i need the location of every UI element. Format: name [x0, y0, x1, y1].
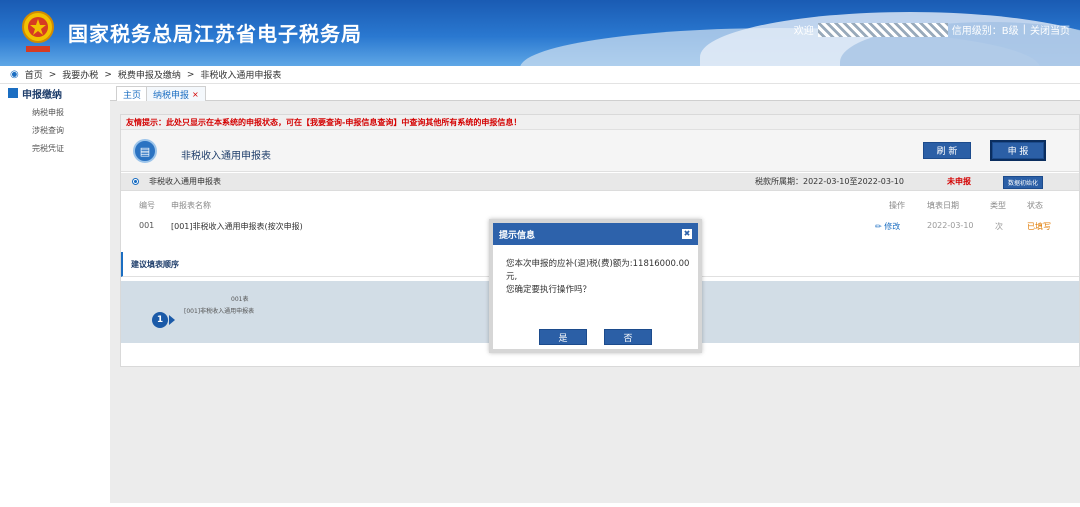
tab-tax-declare[interactable]: 纳税申报 × — [146, 86, 206, 101]
site-title: 国家税务总局江苏省电子税务局 — [68, 22, 362, 46]
col-header-op: 操作 — [889, 201, 905, 210]
user-bar: 欢迎 信用级别：B级 | 关闭当页 — [794, 22, 1070, 37]
data-init-button[interactable]: 数据初始化 — [1003, 176, 1043, 189]
dialog-title: 提示信息 — [493, 223, 698, 245]
step-number-badge: 1 — [152, 312, 168, 328]
close-page-link[interactable]: 关闭当页 — [1030, 22, 1070, 37]
breadcrumb: ◉ 首页 > 我要办税 > 税费申报及缴纳 > 非税收入通用申报表 — [0, 66, 1080, 84]
dialog-message: 您本次申报的应补(退)税(费)额为:11816000.00 元, 您确定要执行操… — [506, 258, 691, 297]
dialog-message-line: 元, — [506, 272, 518, 282]
tab-bar: 主页 纳税申报 × — [110, 84, 1080, 101]
breadcrumb-sep: > — [186, 69, 195, 80]
step-arrow-icon — [169, 315, 175, 325]
grid-icon — [8, 88, 18, 98]
sidebar-header[interactable]: 申报缴纳 — [0, 84, 110, 102]
step-code[interactable]: 001表 — [231, 294, 248, 303]
col-header-type: 类型 — [990, 201, 1006, 210]
col-header-no: 编号 — [139, 201, 155, 210]
sidebar-item-tax-voucher[interactable]: 完税凭证 — [32, 143, 64, 154]
refresh-button[interactable]: 刷 新 — [923, 142, 971, 159]
welcome-text: 欢迎 — [793, 26, 814, 37]
sidebar-item-tax-declare[interactable]: 纳税申报 — [32, 107, 64, 118]
confirm-no-button[interactable]: 否 — [604, 329, 652, 345]
row-state: 已填写 — [1027, 222, 1051, 231]
briefcase-icon: ▤ — [133, 139, 157, 163]
tax-period: 税款所属期：2022-03-10至2022-03-10 — [755, 177, 904, 186]
submit-declare-button[interactable]: 申 报 — [990, 140, 1046, 161]
col-header-name: 申报表名称 — [171, 201, 211, 210]
confirm-dialog: 提示信息 ✖ 您本次申报的应补(退)税(费)额为:11816000.00 元, … — [489, 219, 702, 353]
dialog-message-line: 您确定要执行操作吗？ — [506, 285, 592, 295]
header-banner: 国家税务总局江苏省电子税务局 欢迎 信用级别：B级 | 关闭当页 — [0, 0, 1080, 66]
row-no: 001 — [139, 221, 155, 230]
step-form-name[interactable]: [001]非税收入通用申报表 — [184, 306, 254, 315]
col-header-date: 填表日期 — [927, 201, 959, 210]
row-edit-link[interactable]: ✏ 修改 — [875, 221, 900, 232]
close-tab-icon[interactable]: × — [192, 90, 199, 99]
form-radio[interactable] — [132, 178, 139, 185]
breadcrumb-home[interactable]: 首页 — [25, 68, 43, 81]
row-type: 次 — [995, 222, 1003, 231]
form-selection-row: 非税收入通用申报表 税款所属期：2022-03-10至2022-03-10 未申… — [121, 173, 1079, 191]
sidebar: 申报缴纳 纳税申报 涉税查询 完税凭证 — [0, 84, 110, 507]
col-header-state: 状态 — [1027, 201, 1043, 210]
tip-banner: 友情提示：此处只显示在本系统的申报状态，可在【我要查询-申报信息查询】中查询其他… — [121, 115, 1079, 130]
tab-home[interactable]: 主页 — [116, 86, 149, 101]
breadcrumb-sep: > — [48, 69, 57, 80]
row-form-name[interactable]: [001]非税收入通用申报表(按次申报) — [171, 221, 303, 232]
breadcrumb-sep: > — [104, 69, 112, 80]
dialog-message-line: 您本次申报的应补(退)税(费)额为:11816000.00 — [506, 259, 690, 269]
sidebar-header-label: 申报缴纳 — [22, 89, 62, 101]
header-separator: | — [1022, 24, 1026, 35]
confirm-yes-button[interactable]: 是 — [539, 329, 587, 345]
form-title: 非税收入通用申报表 — [181, 151, 271, 162]
row-date: 2022-03-10 — [927, 221, 974, 230]
pencil-icon: ✏ — [875, 222, 882, 231]
sidebar-item-tax-query[interactable]: 涉税查询 — [32, 125, 64, 136]
tax-emblem-logo — [22, 11, 54, 52]
location-pin-icon: ◉ — [10, 69, 19, 80]
status-badge: 未申报 — [947, 177, 971, 186]
form-selection-label: 非税收入通用申报表 — [149, 177, 221, 186]
breadcrumb-tax[interactable]: 我要办税 — [62, 68, 98, 81]
breadcrumb-declare[interactable]: 税费申报及缴纳 — [118, 68, 181, 81]
credit-level: 信用级别：B级 — [951, 26, 1019, 37]
form-title-row: ▤ 非税收入通用申报表 刷 新 申 报 — [121, 130, 1079, 172]
masked-username — [817, 22, 948, 37]
breadcrumb-current: 非税收入通用申报表 — [200, 71, 282, 81]
close-icon[interactable]: ✖ — [682, 229, 692, 239]
